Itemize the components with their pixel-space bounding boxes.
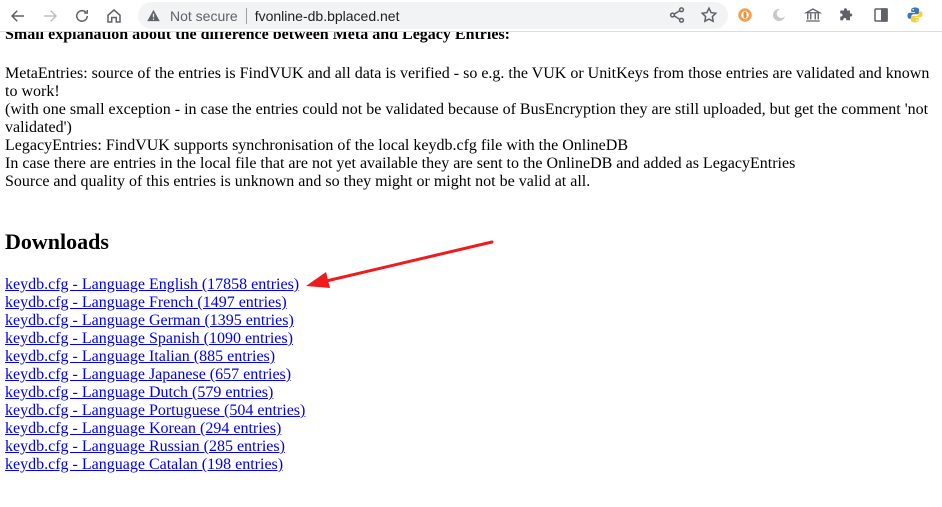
download-link-catalan[interactable]: keydb.cfg - Language Catalan (198 entrie… [5,456,305,474]
downloads-heading: Downloads [5,229,109,254]
url-text[interactable]: fvonline-db.bplaced.net [255,8,400,24]
extension-moon-icon[interactable] [768,4,790,26]
security-label[interactable]: Not secure [170,8,238,24]
download-link-german[interactable]: keydb.cfg - Language German (1395 entrie… [5,312,305,330]
explanation-paragraph: MetaEntries: source of the entries is Fi… [5,65,935,191]
download-link-portuguese[interactable]: keydb.cfg - Language Portuguese (504 ent… [5,402,305,420]
side-panel-icon[interactable] [870,4,892,26]
download-link-japanese[interactable]: keydb.cfg - Language Japanese (657 entri… [5,366,305,384]
annotation-arrow-line [320,240,494,284]
local-file-text: In case there are entries in the local f… [5,155,796,172]
address-separator [245,7,247,24]
download-link-french[interactable]: keydb.cfg - Language French (1497 entrie… [5,294,305,312]
reload-icon[interactable] [68,2,96,30]
exception-text: (with one small exception - in case the … [5,101,929,136]
annotation-arrow-head [306,272,330,288]
extensions-puzzle-icon[interactable] [836,4,858,26]
address-bar[interactable]: Not secure fvonline-db.bplaced.net [138,2,728,29]
quality-text: Source and quality of this entries is un… [5,173,591,190]
browser-toolbar: Not secure fvonline-db.bplaced.net [0,0,942,32]
download-link-italian[interactable]: keydb.cfg - Language Italian (885 entrie… [5,348,305,366]
warning-triangle-icon[interactable] [146,8,162,24]
back-icon[interactable] [4,2,32,30]
download-link-dutch[interactable]: keydb.cfg - Language Dutch (579 entries) [5,384,305,402]
download-link-spanish[interactable]: keydb.cfg - Language Spanish (1090 entri… [5,330,305,348]
meta-entries-text: MetaEntries: source of the entries is Fi… [5,65,930,100]
extension-museum-icon[interactable] [802,4,824,26]
download-link-english[interactable]: keydb.cfg - Language English (17858 entr… [5,276,305,294]
share-icon[interactable] [668,6,686,29]
bookmark-star-icon[interactable] [700,6,718,29]
download-link-korean[interactable]: keydb.cfg - Language Korean (294 entries… [5,420,305,438]
python-profile-icon[interactable] [904,4,926,26]
home-icon[interactable] [100,2,128,30]
forward-icon[interactable] [36,2,64,30]
download-link-russian[interactable]: keydb.cfg - Language Russian (285 entrie… [5,438,305,456]
downloads-list: keydb.cfg - Language English (17858 entr… [5,276,305,474]
legacy-entries-text: LegacyEntries: FindVUK supports synchron… [5,137,628,154]
annotation-arrow [306,240,494,288]
extension-orange-icon[interactable] [734,4,756,26]
